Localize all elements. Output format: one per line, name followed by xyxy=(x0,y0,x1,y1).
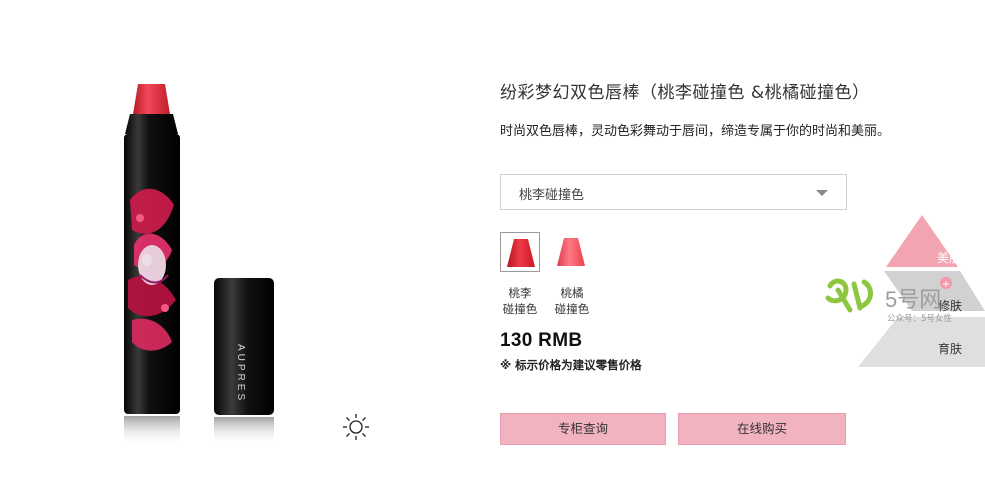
product-title: 纷彩梦幻双色唇棒（桃李碰撞色 &桃橘碰撞色） xyxy=(500,83,870,103)
color-select-value: 桃李碰撞色 xyxy=(519,188,585,203)
chevron-down-icon xyxy=(816,190,828,196)
counter-query-button[interactable]: 专柜查询 xyxy=(500,413,666,445)
swatch-label-line1: 桃橘 xyxy=(560,286,584,300)
swatch-label-peach-orange: 桃橘 碰撞色 xyxy=(550,285,594,317)
price-note: ※ 标示价格为建议零售价格 xyxy=(500,358,642,372)
swatch-label-line2: 碰撞色 xyxy=(554,302,590,316)
watermark-tier3: 育肤 xyxy=(938,342,963,356)
watermark-tier1: 美肤 xyxy=(937,251,962,265)
watermark-logo-text: 5号网 xyxy=(885,287,942,312)
swatch-label-peach-plum: 桃李 碰撞色 xyxy=(498,285,542,317)
cap-brand: AUPRES xyxy=(235,344,246,403)
sun-icon[interactable] xyxy=(342,413,370,441)
swatch-peach-plum[interactable] xyxy=(500,232,540,272)
product-description: 时尚双色唇棒，灵动色彩舞动于唇间，缔造专属于你的时尚和美丽。 xyxy=(500,124,891,139)
watermark-sub: 公众号：5号女性 xyxy=(887,314,952,324)
watermark-logo-icon xyxy=(824,276,880,324)
color-select[interactable]: 桃李碰撞色 xyxy=(500,174,847,210)
svg-text:+: + xyxy=(942,279,950,290)
product-image: AUPRES xyxy=(110,80,290,455)
swatch-label-line2: 碰撞色 xyxy=(502,302,538,316)
swatch-peach-orange[interactable] xyxy=(551,232,591,272)
swatch-label-line1: 桃李 xyxy=(508,286,532,300)
buy-online-button[interactable]: 在线购买 xyxy=(678,413,846,445)
price: 130 RMB xyxy=(500,330,583,351)
